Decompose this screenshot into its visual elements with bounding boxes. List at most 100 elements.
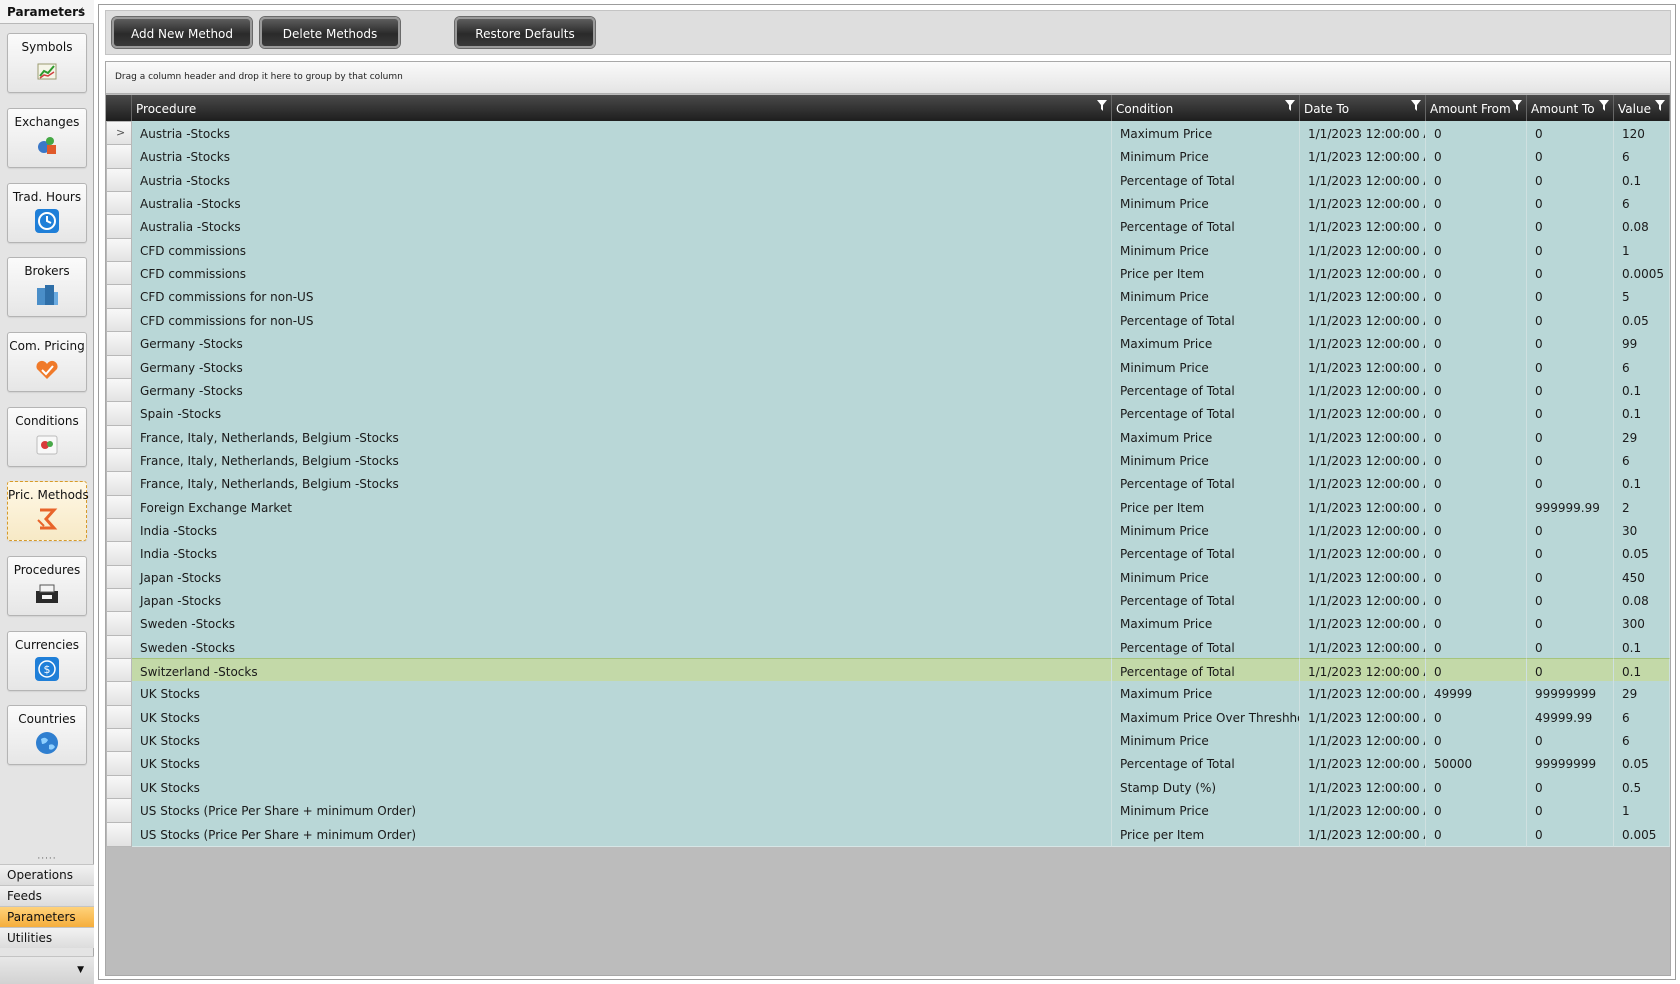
- cell-procedure[interactable]: France, Italy, Netherlands, Belgium -Sto…: [132, 447, 1112, 473]
- sidebar-button-conditions[interactable]: Conditions: [7, 407, 87, 467]
- cell-date-to[interactable]: 1/1/2023 12:00:00 AM: [1300, 331, 1426, 357]
- cell-amount-from[interactable]: 0: [1426, 494, 1527, 520]
- cell-amount-to[interactable]: 0: [1527, 517, 1614, 543]
- cell-condition[interactable]: Minimum Price: [1112, 191, 1300, 217]
- cell-amount-to[interactable]: 0: [1527, 611, 1614, 637]
- sidebar-button-countries[interactable]: Countries: [7, 705, 87, 765]
- filter-icon[interactable]: [1411, 100, 1421, 111]
- cell-amount-to[interactable]: 0: [1527, 261, 1614, 287]
- cell-amount-to[interactable]: 0: [1527, 471, 1614, 497]
- cell-procedure[interactable]: CFD commissions: [132, 261, 1112, 287]
- cell-value[interactable]: 29: [1614, 681, 1670, 707]
- cell-amount-to[interactable]: 0: [1527, 144, 1614, 170]
- cell-condition[interactable]: Stamp Duty (%): [1112, 774, 1300, 800]
- cell-procedure[interactable]: US Stocks (Price Per Share + minimum Ord…: [132, 798, 1112, 824]
- cell-value[interactable]: 0.1: [1614, 658, 1670, 684]
- table-row[interactable]: Japan -Stocks Minimum Price 1/1/2023 12:00…: [106, 564, 1670, 590]
- cell-date-to[interactable]: 1/1/2023 12:00:00 AM: [1300, 471, 1426, 497]
- cell-amount-to[interactable]: 0: [1527, 191, 1614, 217]
- table-row[interactable]: France, Italy, Netherlands, Belgium -Sto…: [106, 424, 1670, 450]
- cell-procedure[interactable]: US Stocks (Price Per Share + minimum Ord…: [132, 821, 1112, 847]
- table-row[interactable]: Austria -Stocks Percentage of Total 1/1/20…: [106, 167, 1670, 193]
- cell-date-to[interactable]: 1/1/2023 12:00:00 AM: [1300, 658, 1426, 684]
- cell-date-to[interactable]: 1/1/2023 12:00:00 AM: [1300, 774, 1426, 800]
- cell-date-to[interactable]: 1/1/2023 12:00:00 AM: [1300, 704, 1426, 730]
- row-selector[interactable]: [106, 354, 132, 380]
- cell-procedure[interactable]: UK Stocks: [132, 704, 1112, 730]
- cell-date-to[interactable]: 1/1/2023 12:00:00 AM: [1300, 798, 1426, 824]
- cell-amount-from[interactable]: 0: [1426, 121, 1527, 146]
- cell-condition[interactable]: Percentage of Total: [1112, 377, 1300, 403]
- cell-amount-from[interactable]: 0: [1426, 588, 1527, 613]
- column-header-amount-to[interactable]: Amount To: [1527, 95, 1614, 121]
- cell-condition[interactable]: Maximum Price: [1112, 424, 1300, 450]
- cell-condition[interactable]: Percentage of Total: [1112, 401, 1300, 427]
- cell-amount-from[interactable]: 0: [1426, 214, 1527, 240]
- cell-condition[interactable]: Minimum Price: [1112, 447, 1300, 473]
- cell-condition[interactable]: Minimum Price: [1112, 144, 1300, 170]
- cell-date-to[interactable]: 1/1/2023 12:00:00 AM: [1300, 237, 1426, 263]
- table-row[interactable]: India -Stocks Minimum Price 1/1/2023 12:00…: [106, 517, 1670, 543]
- cell-condition[interactable]: Minimum Price: [1112, 728, 1300, 754]
- cell-procedure[interactable]: Germany -Stocks: [132, 354, 1112, 380]
- cell-date-to[interactable]: 1/1/2023 12:00:00 AM: [1300, 634, 1426, 660]
- cell-condition[interactable]: Percentage of Total: [1112, 471, 1300, 497]
- cell-condition[interactable]: Minimum Price: [1112, 237, 1300, 263]
- cell-date-to[interactable]: 1/1/2023 12:00:00 AM: [1300, 354, 1426, 380]
- row-selector[interactable]: [106, 634, 132, 660]
- cell-value[interactable]: 0.1: [1614, 167, 1670, 193]
- row-selector[interactable]: [106, 681, 132, 707]
- sidebar-button-pricing-methods[interactable]: Pric. Methods: [7, 481, 89, 541]
- cell-amount-to[interactable]: 0: [1527, 821, 1614, 847]
- cell-amount-from[interactable]: 0: [1426, 191, 1527, 217]
- cell-amount-from[interactable]: 0: [1426, 284, 1527, 310]
- row-selector[interactable]: [106, 751, 132, 777]
- row-selector[interactable]: [106, 377, 132, 403]
- cell-amount-to[interactable]: 0: [1527, 354, 1614, 380]
- cell-condition[interactable]: Maximum Price Over Threshhold: [1112, 704, 1300, 730]
- table-row[interactable]: UK Stocks Maximum Price Over Threshhold 1/…: [106, 704, 1670, 730]
- cell-amount-to[interactable]: 99999999: [1527, 681, 1614, 707]
- cell-amount-to[interactable]: 0: [1527, 401, 1614, 427]
- cell-condition[interactable]: Percentage of Total: [1112, 658, 1300, 684]
- cell-value[interactable]: 6: [1614, 728, 1670, 754]
- cell-amount-from[interactable]: 0: [1426, 634, 1527, 660]
- cell-amount-to[interactable]: 0: [1527, 307, 1614, 333]
- table-row[interactable]: Australia -Stocks Percentage of Total 1/1/…: [106, 214, 1670, 240]
- table-row[interactable]: UK Stocks Percentage of Total 1/1/2023 12:…: [106, 751, 1670, 777]
- cell-procedure[interactable]: Japan -Stocks: [132, 564, 1112, 590]
- table-row[interactable]: France, Italy, Netherlands, Belgium -Sto…: [106, 471, 1670, 497]
- table-row[interactable]: UK Stocks Maximum Price 1/1/2023 12:00:00 …: [106, 681, 1670, 707]
- cell-amount-from[interactable]: 0: [1426, 658, 1527, 684]
- table-row[interactable]: France, Italy, Netherlands, Belgium -Sto…: [106, 447, 1670, 473]
- row-selector[interactable]: [106, 471, 132, 497]
- sidebar-button-symbols[interactable]: Symbols: [7, 33, 87, 93]
- cell-procedure[interactable]: Australia -Stocks: [132, 214, 1112, 240]
- restore-defaults-button[interactable]: Restore Defaults: [455, 17, 595, 48]
- cell-value[interactable]: 0.0005: [1614, 261, 1670, 287]
- cell-date-to[interactable]: 1/1/2023 12:00:00 AM: [1300, 564, 1426, 590]
- row-selector[interactable]: [106, 401, 132, 427]
- cell-value[interactable]: 0.08: [1614, 214, 1670, 240]
- cell-amount-from[interactable]: 49999: [1426, 681, 1527, 707]
- cell-value[interactable]: 6: [1614, 144, 1670, 170]
- cell-condition[interactable]: Minimum Price: [1112, 354, 1300, 380]
- table-row[interactable]: Germany -Stocks Percentage of Total 1/1/20…: [106, 377, 1670, 403]
- row-selector[interactable]: [106, 237, 132, 263]
- delete-methods-button[interactable]: Delete Methods: [260, 17, 400, 48]
- table-row[interactable]: CFD commissions for non-US Percentage of …: [106, 307, 1670, 333]
- cell-amount-to[interactable]: 0: [1527, 121, 1614, 146]
- row-selector[interactable]: >: [106, 121, 132, 146]
- table-row[interactable]: India -Stocks Percentage of Total 1/1/2023…: [106, 541, 1670, 567]
- cell-date-to[interactable]: 1/1/2023 12:00:00 AM: [1300, 167, 1426, 193]
- column-header-condition[interactable]: Condition: [1112, 95, 1300, 121]
- cell-procedure[interactable]: Australia -Stocks: [132, 191, 1112, 217]
- cell-value[interactable]: 1: [1614, 237, 1670, 263]
- cell-amount-from[interactable]: 0: [1426, 704, 1527, 730]
- sidebar-button-com-pricing[interactable]: Com. Pricing: [7, 332, 87, 392]
- table-row[interactable]: > Austria -Stocks Maximum Price 1/1/2023 12…: [106, 121, 1670, 146]
- nav-parameters[interactable]: Parameters: [0, 906, 94, 927]
- row-selector[interactable]: [106, 564, 132, 590]
- cell-amount-from[interactable]: 0: [1426, 354, 1527, 380]
- cell-date-to[interactable]: 1/1/2023 12:00:00 AM: [1300, 728, 1426, 754]
